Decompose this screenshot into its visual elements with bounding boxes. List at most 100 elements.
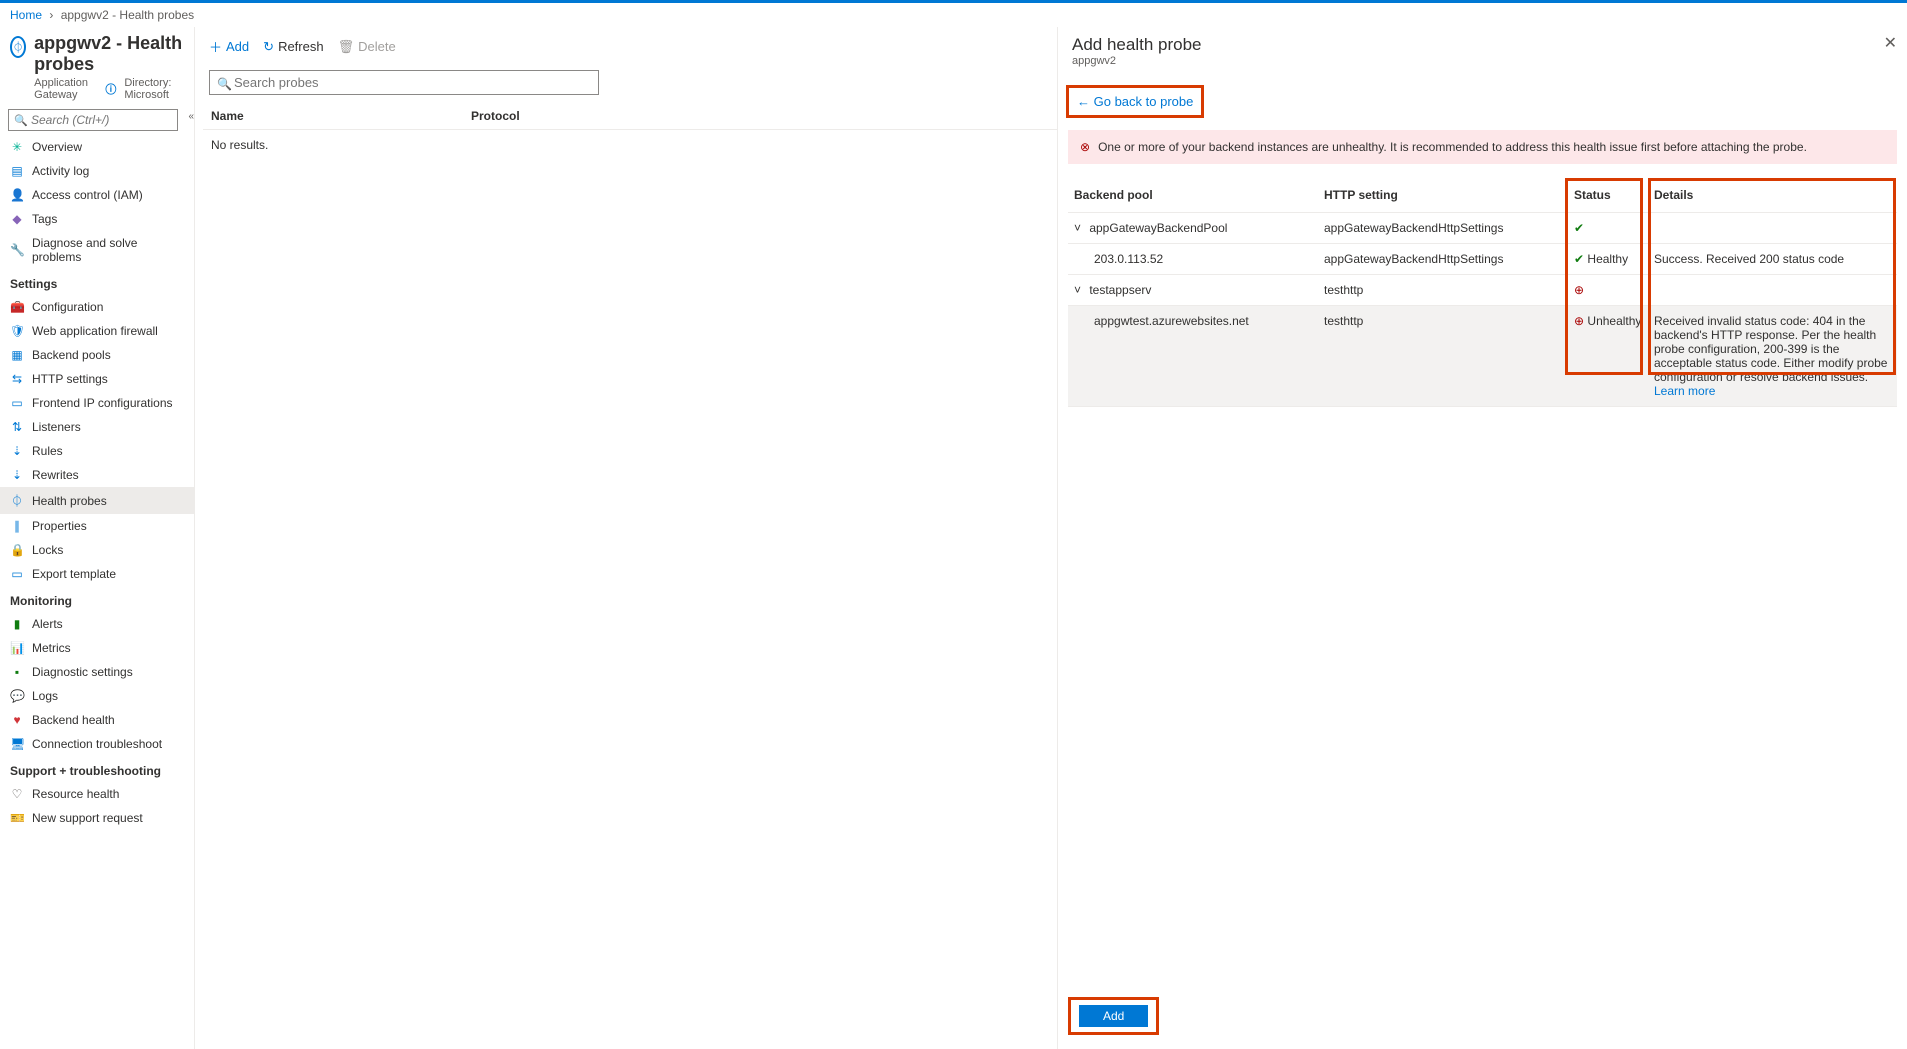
cell-pool: 203.0.113.52 bbox=[1068, 244, 1318, 275]
nav-icon: ✳ bbox=[10, 140, 24, 154]
error-icon: ⊗ bbox=[1080, 140, 1090, 154]
nav-access-control-iam-[interactable]: 👤Access control (IAM) bbox=[0, 183, 194, 207]
nav-backend-health[interactable]: ♥Backend health bbox=[0, 708, 194, 732]
chevron-down-icon[interactable]: ˅ bbox=[1074, 283, 1086, 297]
table-row[interactable]: 203.0.113.52appGatewayBackendHttpSetting… bbox=[1068, 244, 1897, 275]
nav-label: Properties bbox=[32, 519, 87, 533]
nav-icon: ▤ bbox=[10, 164, 24, 178]
nav-label: Alerts bbox=[32, 617, 63, 631]
search-icon: 🔍 bbox=[14, 114, 28, 127]
nav-diagnostic-settings[interactable]: ▪Diagnostic settings bbox=[0, 660, 194, 684]
table-row[interactable]: ˅ appGatewayBackendPoolappGatewayBackend… bbox=[1068, 213, 1897, 244]
cell-pool: ˅ appGatewayBackendPool bbox=[1068, 213, 1318, 244]
nav-overview[interactable]: ✳Overview bbox=[0, 135, 194, 159]
search-icon: 🔍 bbox=[217, 77, 232, 91]
nav-section-monitoring: Monitoring bbox=[0, 586, 194, 612]
nav-icon: ⇆ bbox=[10, 372, 24, 386]
refresh-button[interactable]: ↻Refresh bbox=[263, 39, 323, 55]
nav-listeners[interactable]: ⇅ Listeners bbox=[0, 415, 194, 439]
nav-label: Connection troubleshoot bbox=[32, 737, 162, 751]
cell-http: testhttp bbox=[1318, 275, 1568, 306]
status-ok-icon: ✔ bbox=[1574, 252, 1584, 266]
cell-status: ✔ Healthy bbox=[1568, 244, 1648, 275]
nav-icon: ◆ bbox=[10, 212, 24, 226]
nav-metrics[interactable]: 📊Metrics bbox=[0, 636, 194, 660]
nav-icon: ⇣ bbox=[10, 468, 24, 482]
nav-label: Listeners bbox=[32, 420, 81, 434]
cell-http: testhttp bbox=[1318, 306, 1568, 407]
cell-details: Success. Received 200 status code bbox=[1648, 244, 1897, 275]
breadcrumb-home[interactable]: Home bbox=[10, 8, 42, 22]
page-subtitle: Application Gateway bbox=[34, 77, 97, 101]
nav-label: Backend health bbox=[32, 713, 115, 727]
nav-label: Export template bbox=[32, 567, 116, 581]
nav-icon: ▦ bbox=[10, 348, 24, 362]
nav-label: Activity log bbox=[32, 164, 89, 178]
nav-label: Backend pools bbox=[32, 348, 111, 362]
nav-frontend-ip-configurations[interactable]: ▭Frontend IP configurations bbox=[0, 391, 194, 415]
nav-label: Rewrites bbox=[32, 468, 79, 482]
nav-label: Metrics bbox=[32, 641, 71, 655]
nav-icon: 🧰 bbox=[10, 300, 24, 314]
nav-icon: 🔒 bbox=[10, 543, 24, 557]
nav-section-settings: Settings bbox=[0, 269, 194, 295]
chevron-down-icon[interactable]: ˅ bbox=[1074, 221, 1086, 235]
nav-icon: ▮ bbox=[10, 617, 24, 631]
th-pool: Backend pool bbox=[1068, 178, 1318, 213]
nav-label: HTTP settings bbox=[32, 372, 108, 386]
cell-details bbox=[1648, 213, 1897, 244]
nav-export-template[interactable]: ▭Export template bbox=[0, 562, 194, 586]
nav-new-support-request[interactable]: 🎫New support request bbox=[0, 806, 194, 830]
delete-button[interactable]: 🗑Delete bbox=[338, 39, 396, 55]
close-icon[interactable]: ✕ bbox=[1884, 33, 1897, 53]
nav-health-probes[interactable]: ⏀Health probes bbox=[0, 487, 194, 514]
nav-icon: ⇅ bbox=[10, 420, 24, 434]
nav-tags[interactable]: ◆ Tags bbox=[0, 207, 194, 231]
search-probes-input[interactable] bbox=[209, 70, 599, 95]
nav-label: Locks bbox=[32, 543, 63, 557]
nav-activity-log[interactable]: ▤ Activity log bbox=[0, 159, 194, 183]
breadcrumb: Home › appgwv2 - Health probes bbox=[0, 3, 1907, 27]
cell-pool: appgwtest.azurewebsites.net bbox=[1068, 306, 1318, 407]
nav-locks[interactable]: 🔒 Locks bbox=[0, 538, 194, 562]
learn-more-link[interactable]: Learn more bbox=[1654, 384, 1715, 398]
info-icon: ⓘ bbox=[105, 81, 116, 97]
cell-status: ⊕ Unhealthy bbox=[1568, 306, 1648, 407]
nav-logs[interactable]: 💬Logs bbox=[0, 684, 194, 708]
panel-title: Add health probe bbox=[1072, 35, 1893, 55]
nav-label: Tags bbox=[32, 212, 57, 226]
nav-backend-pools[interactable]: ▦ Backend pools bbox=[0, 343, 194, 367]
nav-diagnose-and-solve-problems[interactable]: 🔧Diagnose and solve problems bbox=[0, 231, 194, 269]
go-back-link[interactable]: ← Go back to probe bbox=[1077, 94, 1193, 109]
nav-rules[interactable]: ⇣Rules bbox=[0, 439, 194, 463]
nav-web-application-firewall[interactable]: 🛡Web application firewall bbox=[0, 319, 194, 343]
nav-label: Access control (IAM) bbox=[32, 188, 143, 202]
nav-icon: ∥ bbox=[10, 519, 24, 533]
nav-configuration[interactable]: 🧰Configuration bbox=[0, 295, 194, 319]
nav-rewrites[interactable]: ⇣ Rewrites bbox=[0, 463, 194, 487]
plus-icon: ＋ bbox=[209, 37, 222, 56]
cell-pool: ˅ testappserv bbox=[1068, 275, 1318, 306]
add-button[interactable]: ＋Add bbox=[209, 37, 249, 56]
col-name: Name bbox=[211, 109, 471, 123]
nav-resource-health[interactable]: ♡Resource health bbox=[0, 782, 194, 806]
table-row[interactable]: ˅ testappservtesthttp⊕ bbox=[1068, 275, 1897, 306]
cell-details: Received invalid status code: 404 in the… bbox=[1648, 306, 1897, 407]
breadcrumb-current: appgwv2 - Health probes bbox=[61, 8, 194, 22]
nav-alerts[interactable]: ▮ Alerts bbox=[0, 612, 194, 636]
nav-properties[interactable]: ∥ Properties bbox=[0, 514, 194, 538]
nav-icon: ▪ bbox=[10, 665, 24, 679]
app-gateway-icon: ⏀ bbox=[10, 36, 26, 58]
nav-http-settings[interactable]: ⇆ HTTP settings bbox=[0, 367, 194, 391]
directory-label: Directory: Microsoft bbox=[124, 77, 184, 101]
nav-label: Resource health bbox=[32, 787, 119, 801]
th-http: HTTP setting bbox=[1318, 178, 1568, 213]
collapse-nav-icon[interactable]: « bbox=[188, 111, 194, 122]
nav-search-input[interactable] bbox=[8, 109, 178, 131]
nav-label: Health probes bbox=[32, 494, 107, 508]
nav-connection-troubleshoot[interactable]: 🖥Connection troubleshoot bbox=[0, 732, 194, 756]
nav-section-support: Support + troubleshooting bbox=[0, 756, 194, 782]
cell-http: appGatewayBackendHttpSettings bbox=[1318, 213, 1568, 244]
table-row[interactable]: appgwtest.azurewebsites.nettesthttp⊕ Unh… bbox=[1068, 306, 1897, 407]
add-probe-button[interactable]: Add bbox=[1079, 1005, 1148, 1027]
